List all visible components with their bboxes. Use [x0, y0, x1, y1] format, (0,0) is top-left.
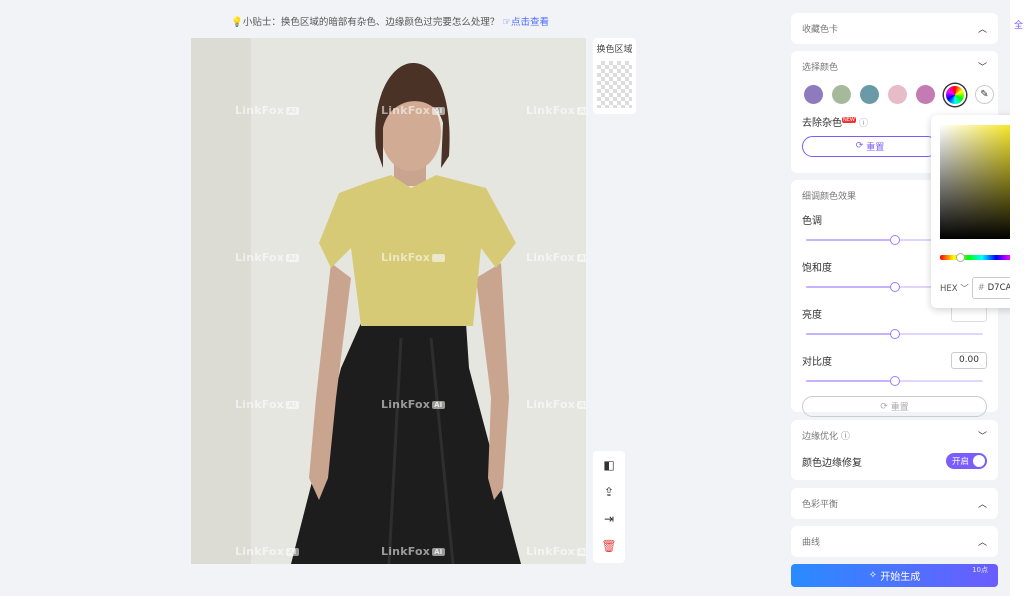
generate-button[interactable]: ✧ 开始生成 10点 — [791, 564, 998, 587]
compare-icon[interactable]: ◧ — [593, 451, 625, 478]
edge-panel: 边缘优化 ⓘ ﹀ 颜色边缘修复 开启 — [791, 420, 998, 480]
slider-handle[interactable] — [889, 329, 900, 339]
swatch-list: ✎ — [791, 83, 998, 106]
chevron-down-icon[interactable]: ﹀ — [978, 60, 987, 73]
pointing-hand-icon: ☞ — [502, 17, 511, 28]
contrast-input[interactable]: 0.00 — [951, 351, 987, 369]
slider-handle[interactable] — [889, 282, 900, 292]
recolor-region-card[interactable]: 换色区域 — [593, 38, 636, 114]
lightbulb-icon: 💡 — [231, 17, 243, 28]
image-canvas[interactable]: LinkFoxAI LinkFoxAI LinkFoxAI LinkFoxAI … — [191, 38, 586, 564]
panel-title: 选择颜色 — [802, 62, 839, 73]
favorites-panel[interactable]: 收藏色卡 ︿ — [791, 13, 998, 44]
slider-handle[interactable] — [889, 235, 900, 245]
curve-panel[interactable]: 曲线 ︿ — [791, 526, 998, 557]
new-badge: NEW — [842, 117, 856, 124]
watermark: LinkFoxAI — [381, 398, 445, 411]
denoise-label: 去除杂色 — [802, 117, 842, 129]
generate-label: 开始生成 — [880, 572, 921, 583]
panel-title: 边缘优化 ⓘ — [802, 431, 850, 442]
color-swatch[interactable] — [860, 85, 879, 104]
watermark: LinkFoxAI — [381, 545, 445, 558]
custom-color-icon[interactable] — [944, 83, 966, 106]
hue-handle[interactable] — [956, 253, 965, 262]
brightness-label: 亮度 — [802, 309, 822, 321]
panel-title: 色彩平衡 — [802, 499, 839, 510]
watermark: LinkFoxAI — [381, 251, 445, 264]
contrast-label: 对比度 — [802, 356, 832, 368]
recolor-region-thumbnail[interactable] — [597, 61, 632, 108]
color-swatch[interactable] — [832, 85, 851, 104]
watermark: LinkFoxAI — [235, 104, 299, 117]
help-icon[interactable]: ⓘ — [859, 119, 868, 129]
slider-handle[interactable] — [889, 376, 900, 386]
help-icon[interactable]: ⓘ — [841, 432, 850, 442]
magic-wand-icon: ✧ — [868, 570, 881, 581]
color-balance-panel[interactable]: 色彩平衡 ︿ — [791, 488, 998, 519]
sidebar-tab[interactable]: 全 — [1014, 18, 1023, 31]
eyedropper-icon[interactable]: ✎ — [975, 85, 994, 104]
color-swatch[interactable] — [888, 85, 907, 104]
right-sidebar: 全 — [1010, 0, 1024, 596]
contrast-slider[interactable] — [806, 376, 983, 386]
reset-finetune-button[interactable]: ⟳ 重置 — [802, 396, 987, 417]
chevron-down-icon[interactable]: ﹀ — [978, 429, 987, 442]
watermark: LinkFoxAI — [526, 398, 586, 411]
panel-title: 曲线 — [802, 537, 821, 548]
tip-text: 小贴士：换色区域的暗部有杂色、边缘颜色过完要怎么处理？ — [242, 17, 500, 28]
watermark: LinkFoxAI — [526, 545, 586, 558]
edge-repair-row: 颜色边缘修复 开启 — [791, 450, 998, 472]
refresh-icon: ⟳ — [880, 401, 891, 412]
tip-bar: 💡小贴士：换色区域的暗部有杂色、边缘颜色过完要怎么处理？ ☞点击查看 — [0, 14, 780, 28]
edge-repair-toggle[interactable]: 开启 — [946, 453, 987, 469]
reset-label: 重置 — [890, 403, 909, 413]
export-icon[interactable]: ⇥ — [593, 505, 625, 532]
brightness-slider[interactable] — [806, 329, 983, 339]
recolor-region-label: 换色区域 — [596, 45, 633, 55]
toggle-label: 开启 — [952, 457, 970, 467]
watermark: LinkFoxAI — [526, 104, 586, 117]
panel-title: 细调颜色效果 — [802, 191, 857, 202]
toggle-knob — [973, 455, 985, 467]
tip-link[interactable]: ☞点击查看 — [502, 17, 549, 28]
chevron-up-icon[interactable]: ︿ — [978, 22, 987, 35]
refresh-icon: ⟳ — [855, 141, 867, 151]
watermark: LinkFoxAI — [381, 104, 445, 117]
color-mode-select[interactable]: HEX ﹀ — [940, 282, 969, 294]
reset-color-button[interactable]: ⟳ 重置 — [802, 135, 938, 157]
contrast-row: 对比度 0.00 — [791, 351, 998, 369]
reset-label: 重置 — [866, 142, 885, 153]
chevron-up-icon[interactable]: ︿ — [978, 535, 987, 548]
watermark: LinkFoxAI — [235, 251, 299, 264]
panel-title: 收藏色卡 — [802, 24, 839, 35]
chevron-up-icon[interactable]: ︿ — [978, 497, 987, 510]
color-swatch[interactable] — [804, 85, 823, 104]
canvas-toolbar: ◧ ⇪ ⇥ 🗑 — [593, 451, 625, 563]
saturation-label: 饱和度 — [802, 262, 832, 274]
cost-badge: 10点 — [972, 566, 988, 574]
tip-link-label: 点击查看 — [510, 17, 549, 28]
watermark: LinkFoxAI — [235, 398, 299, 411]
upload-icon[interactable]: ⇪ — [593, 478, 625, 505]
watermark: LinkFoxAI — [526, 251, 586, 264]
watermark: LinkFoxAI — [235, 545, 299, 558]
edge-repair-label: 颜色边缘修复 — [802, 457, 862, 469]
color-swatch[interactable] — [916, 85, 935, 104]
hue-label: 色调 — [802, 215, 822, 227]
trash-icon[interactable]: 🗑 — [593, 532, 625, 559]
